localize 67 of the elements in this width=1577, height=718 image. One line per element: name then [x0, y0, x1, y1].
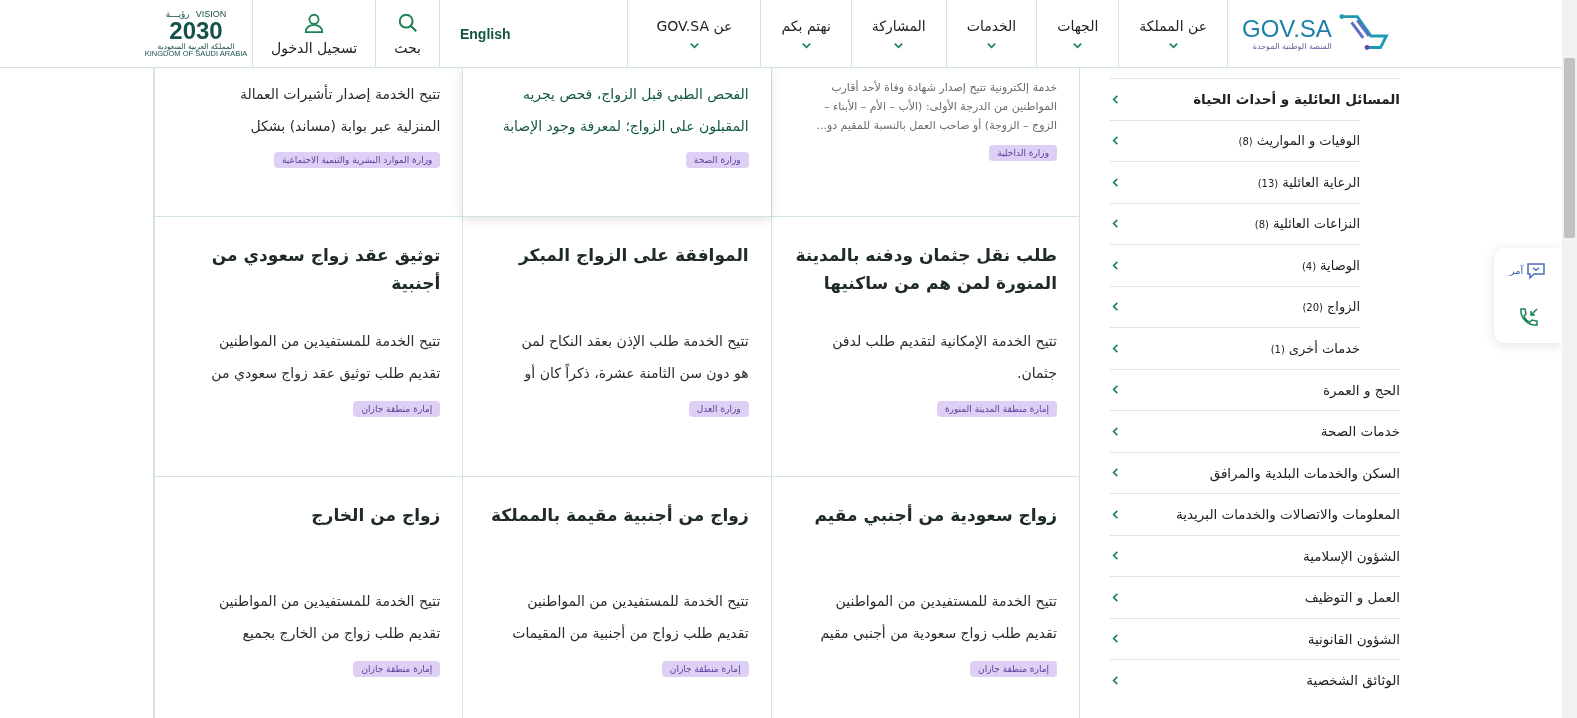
logo-tagline: المنصة الوطنية الموحدة	[1252, 42, 1332, 51]
chevron-icon	[1110, 467, 1121, 479]
service-card[interactable]: تتيح الخدمة إصدار تأشيرات العمالة المنزلية عبر بوابة (مساند) بشكل وزارة الموارد البشرية والتنمية الاجتماعية	[154, 68, 463, 217]
card-title: زواج من الخارج	[310, 504, 441, 528]
card-description: تتيح الخدمة طلب الإذن بعقد النكاح لمن هو دون سن الثامنة عشرة، ذكراً كان أو	[520, 332, 749, 384]
agency-tag: وزارة الموارد البشرية والتنمية الاجتماعية	[273, 152, 441, 168]
chevron-icon	[1110, 259, 1121, 271]
chevron-icon	[1110, 135, 1121, 147]
chevron-icon	[1110, 591, 1121, 603]
user-icon	[303, 12, 326, 34]
chevron-icon	[1110, 176, 1121, 188]
sidebar-item[interactable]: الوثائق الشخصية	[1110, 659, 1400, 701]
agency-tag: وزارة الداخلية	[989, 145, 1057, 161]
card-description: تتيح الخدمة للمستفيدين من المواطنين تقديم طلب زواج من الخارج بجميع	[217, 592, 441, 644]
card-description: تتيح الخدمة الإمكانية لتقديم طلب لدفن جثمان.	[831, 332, 1057, 383]
scrollbar-thumb[interactable]	[1564, 58, 1575, 238]
sidebar-item[interactable]: المعلومات والاتصالات والخدمات البريدية	[1110, 493, 1400, 535]
service-card[interactable]: خدمة إلكترونية تتيح إصدار شهادة وفاة لأحد أقارب المواطنين من الدرجة الأولى: (الأب – الأم – الأبناء – الزوج – الزوجة) أو صاحب العمل بالنسبة للمقيم دو... وزارة الداخلية	[770, 68, 1079, 217]
sidebar-item[interactable]: العمل و التوظيف	[1110, 576, 1400, 618]
chevron-icon	[1110, 425, 1121, 437]
sidebar-item[interactable]: الحج و العمرة	[1110, 368, 1400, 410]
sidebar-item[interactable]: الشؤون الإسلامية	[1110, 534, 1400, 576]
chevron-icon	[1110, 550, 1121, 562]
agency-tag: إمارة منطقة جازان	[970, 661, 1057, 677]
assistant-button[interactable]: آمر	[1503, 260, 1553, 281]
nav-menu-item[interactable]: عن المملكة	[1119, 0, 1228, 68]
chat-icon	[1526, 261, 1547, 280]
chevron-icon	[1110, 93, 1121, 105]
card-description: تتيح الخدمة إصدار تأشيرات العمالة المنزلية عبر بوابة (مساند) بشكل	[238, 83, 441, 137]
agency-tag: وزارة العدل	[688, 401, 749, 417]
language-link[interactable]: English	[459, 26, 511, 42]
logo-wordmark: GOV.SA	[1242, 16, 1332, 42]
search-icon	[396, 12, 419, 34]
scrollbar[interactable]	[1562, 0, 1577, 718]
card-description: خدمة إلكترونية تتيح إصدار شهادة وفاة لأحد أقارب المواطنين من الدرجة الأولى: (الأب – الأم – الأبناء – الزوج – الزوجة) أو صاحب العمل بالنسبة للمقيم دو...	[815, 79, 1057, 134]
chevron-icon	[1110, 342, 1121, 354]
chevron-icon	[1110, 218, 1121, 230]
agency-tag: وزارة الصحة	[685, 152, 749, 168]
service-card[interactable]: الموافقة على الزواج المبكر تتيح الخدمة طلب الإذن بعقد النكاح لمن هو دون سن الثامنة عشرة، ذكراً كان أو وزارة العدل	[462, 217, 771, 477]
vision-arabic-label: رؤيـــة	[165, 9, 190, 19]
card-title: زواج من أجنبية مقيمة بالمملكة	[490, 503, 749, 528]
sidebar-item[interactable]: خدمات الصحة	[1110, 410, 1400, 452]
card-description: تتيح الخدمة للمستفيدين من المواطنين تقديم طلب زواج من أجنبية من المقيمات	[511, 592, 749, 644]
sidebar-item[interactable]: المسائل العائلية و أحداث الحياة	[1110, 78, 1400, 120]
service-card[interactable]: الفحص الطبي قبل الزواج، فحص يجريه المقبلون على الزواج؛ لمعرفة وجود الإصابة وزارة الصحة	[462, 68, 771, 217]
agency-tag: إمارة منطقة جازان	[353, 661, 441, 677]
card-title: توثيق عقد زواج سعودي من أجنبية	[210, 244, 441, 295]
card-title: الموافقة على الزواج المبكر	[517, 244, 749, 268]
chevron-icon	[1110, 384, 1121, 396]
agency-tag: إمارة منطقة المدينة المنورة	[936, 401, 1057, 417]
card-title: زواج سعودية من أجنبي مقيم	[813, 503, 1057, 528]
agency-tag: إمارة منطقة جازان	[353, 401, 441, 417]
chevron-icon	[1110, 674, 1121, 686]
vision-label: VISION	[195, 9, 227, 19]
card-description: تتيح الخدمة للمستفيدين من المواطنين تقديم طلب توثيق عقد زواج سعودي من	[210, 332, 441, 384]
service-card[interactable]: توثيق عقد زواج سعودي من أجنبية تتيح الخدمة للمستفيدين من المواطنين تقديم طلب توثيق عقد زواج سعودي من إمارة منطقة جازان	[154, 217, 463, 477]
service-card[interactable]: طلب نقل جثمان ودفنه بالمدينة المنورة لمن هم من ساكنيها تتيح الخدمة الإمكانية لتقديم طلب لدفن جثمان. إمارة منطقة المدينة المنورة	[770, 217, 1079, 477]
agency-tag: إمارة منطقة جازان	[661, 661, 749, 677]
sidebar-item[interactable]: الشؤون القانونية	[1110, 617, 1400, 659]
card-description: الفحص الطبي قبل الزواج، فحص يجريه المقبلون على الزواج؛ لمعرفة وجود الإصابة	[501, 85, 749, 137]
sidebar-item[interactable]: السكن والخدمات البلدية والمرافق	[1110, 451, 1400, 493]
chevron-icon	[1110, 301, 1121, 313]
chevron-icon	[1110, 508, 1121, 520]
card-title: طلب نقل جثمان ودفنه بالمدينة المنورة لمن هم من ساكنيها	[794, 244, 1057, 296]
card-description: تتيح الخدمة للمستفيدين من المواطنين تقديم طلب زواج سعودية من أجنبي مقيم	[819, 592, 1057, 644]
vision-year: 2030	[169, 18, 223, 43]
chevron-icon	[1110, 633, 1121, 645]
